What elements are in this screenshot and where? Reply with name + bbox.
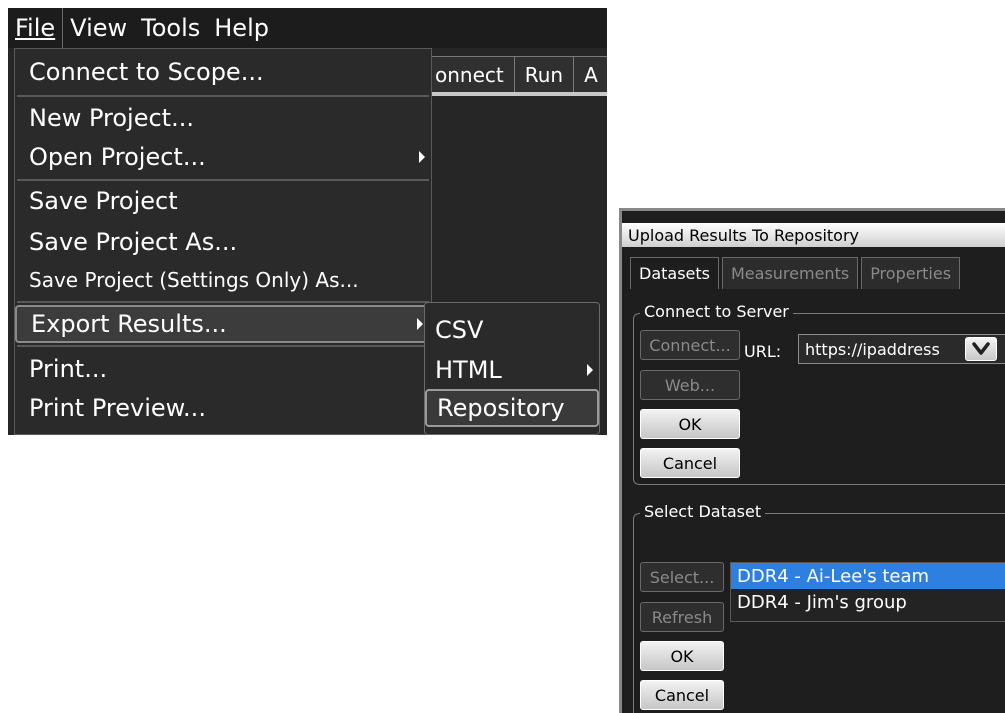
- menu-file[interactable]: File: [8, 8, 64, 48]
- menu-item-export-results[interactable]: Export Results...: [15, 305, 431, 343]
- dataset-list[interactable]: DDR4 - Ai-Lee's team DDR4 - Jim's group: [730, 562, 1005, 622]
- menu-help[interactable]: Help: [207, 8, 276, 48]
- connect-to-server-group: Connect to Server Connect... URL: https:…: [633, 302, 1005, 485]
- url-dropdown-button[interactable]: [965, 337, 997, 361]
- menu-item-print[interactable]: Print...: [15, 350, 431, 388]
- dialog-title: Upload Results To Repository: [622, 223, 1005, 247]
- submenu-arrow-icon: [419, 151, 425, 163]
- menu-item-label: New Project...: [29, 104, 194, 132]
- tab-run[interactable]: Run: [513, 56, 574, 92]
- submenu-item-label: HTML: [435, 356, 502, 384]
- file-menu-screenshot: File View Tools Help onnect Run A Connec…: [8, 8, 607, 435]
- menu-view-label: View: [70, 14, 128, 42]
- submenu-item-label: Repository: [437, 394, 565, 422]
- url-value: https://ipaddress: [805, 339, 940, 359]
- dialog-tabs: Datasets Measurements Properties: [630, 257, 963, 289]
- select-dataset-group: Select Dataset Select... Refresh OK Canc…: [633, 502, 1005, 713]
- tab-datasets[interactable]: Datasets: [630, 257, 719, 289]
- menu-item-label: Open Project...: [29, 143, 206, 171]
- menu-item-label: Print Preview...: [29, 394, 206, 422]
- menu-separator: [17, 345, 429, 347]
- tab-measurements[interactable]: Measurements: [722, 257, 859, 289]
- menu-item-open-project[interactable]: Open Project...: [15, 138, 431, 176]
- connect-button[interactable]: Connect...: [640, 330, 740, 360]
- menu-separator: [17, 301, 429, 303]
- submenu-arrow-icon: [417, 318, 423, 330]
- menu-item-save-project[interactable]: Save Project: [15, 182, 431, 220]
- menu-tools-label: Tools: [141, 14, 201, 42]
- tab-properties[interactable]: Properties: [861, 257, 961, 289]
- ok-button[interactable]: OK: [640, 641, 724, 671]
- tab-connect[interactable]: onnect: [424, 56, 514, 92]
- menu-tools[interactable]: Tools: [134, 8, 207, 48]
- menu-item-new-project[interactable]: New Project...: [15, 99, 431, 137]
- cancel-button[interactable]: Cancel: [640, 448, 740, 478]
- menu-item-print-preview[interactable]: Print Preview...: [15, 389, 431, 427]
- submenu-item-html[interactable]: HTML: [425, 351, 599, 389]
- menu-item-connect-to-scope[interactable]: Connect to Scope...: [15, 53, 431, 91]
- tab-a[interactable]: A: [573, 56, 607, 92]
- list-item[interactable]: DDR4 - Jim's group: [731, 589, 1005, 615]
- menu-separator: [17, 95, 429, 97]
- upload-results-dialog: Upload Results To Repository Datasets Me…: [619, 208, 1005, 713]
- cancel-button[interactable]: Cancel: [640, 680, 724, 710]
- menu-item-label: Save Project (Settings Only) As...: [29, 268, 359, 292]
- submenu-item-label: CSV: [435, 316, 484, 344]
- menu-item-label: Save Project: [29, 187, 178, 215]
- menu-file-label: File: [15, 14, 56, 42]
- export-results-submenu: CSV HTML Repository: [424, 302, 600, 435]
- menu-item-label: Connect to Scope...: [29, 58, 264, 86]
- menu-item-save-project-as[interactable]: Save Project As...: [15, 223, 431, 261]
- url-field[interactable]: https://ipaddress: [798, 334, 1005, 364]
- menu-bar: File View Tools Help: [8, 8, 607, 48]
- menu-item-save-settings-only[interactable]: Save Project (Settings Only) As...: [15, 261, 431, 299]
- chevron-down-icon: [972, 342, 990, 355]
- toolbar-tabstrip: onnect Run A: [424, 56, 607, 96]
- group-legend: Select Dataset: [640, 502, 766, 521]
- menu-item-label: Export Results...: [31, 310, 227, 338]
- submenu-item-repository[interactable]: Repository: [425, 389, 599, 427]
- file-menu-dropdown: Connect to Scope... New Project... Open …: [14, 48, 432, 435]
- submenu-arrow-icon: [587, 364, 593, 376]
- group-legend: Connect to Server: [640, 302, 793, 321]
- menu-separator: [17, 179, 429, 181]
- select-button[interactable]: Select...: [640, 562, 724, 592]
- refresh-button[interactable]: Refresh: [640, 602, 724, 632]
- menu-help-label: Help: [214, 14, 269, 42]
- menu-view[interactable]: View: [63, 8, 134, 48]
- list-item[interactable]: DDR4 - Ai-Lee's team: [731, 563, 1005, 589]
- menu-item-label: Save Project As...: [29, 228, 238, 256]
- menu-item-label: Print...: [29, 355, 108, 383]
- ok-button[interactable]: OK: [640, 409, 740, 439]
- url-label: URL:: [744, 342, 782, 361]
- web-button[interactable]: Web...: [640, 370, 740, 400]
- submenu-item-csv[interactable]: CSV: [425, 311, 599, 349]
